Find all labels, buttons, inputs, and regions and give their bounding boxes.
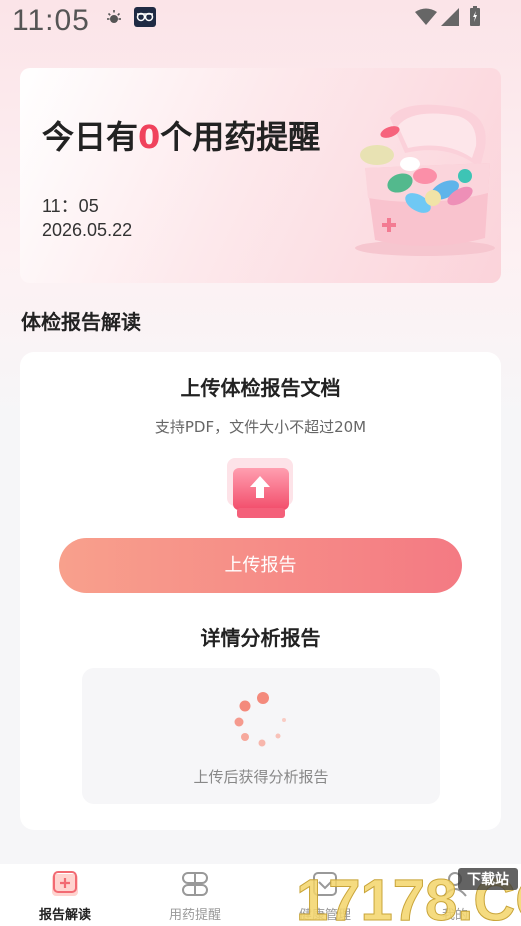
report-upload-card: 上传体检报告文档 支持PDF，文件大小不超过20M 上传报告 详情分析报告 上传… bbox=[20, 352, 501, 830]
upload-report-button[interactable]: 上传报告 bbox=[59, 538, 462, 593]
reminder-title-suffix: 个用药提醒 bbox=[160, 118, 321, 156]
tab-medication-label: 用药提醒 bbox=[168, 908, 221, 923]
status-bar: 11:05 bbox=[0, 0, 521, 44]
report-icon bbox=[52, 871, 78, 896]
medication-reminder-banner[interactable]: 今日有0个用药提醒 11：05 2026.05.22 bbox=[20, 68, 501, 283]
section-title: 体检报告解读 bbox=[21, 310, 141, 334]
pill-icon bbox=[182, 872, 208, 896]
reminder-title: 今日有0个用药提醒 bbox=[42, 112, 320, 158]
tab-report-label: 报告解读 bbox=[38, 908, 91, 923]
tab-medication[interactable]: 用药提醒 bbox=[130, 864, 260, 926]
analysis-placeholder: 上传后获得分析报告 bbox=[82, 668, 440, 804]
banner-date: 2026.05.22 bbox=[42, 220, 133, 240]
banner-time: 11：05 bbox=[42, 196, 99, 216]
reminder-title-prefix: 今日有 bbox=[42, 118, 139, 156]
battery-icon bbox=[470, 6, 480, 26]
wifi-icon bbox=[415, 8, 437, 25]
app-notification-icon bbox=[134, 7, 156, 27]
watermark-badge: 下载站 bbox=[467, 871, 509, 888]
brightness-icon bbox=[107, 10, 121, 23]
upload-subtitle: 支持PDF，文件大小不超过20M bbox=[154, 418, 367, 436]
site-watermark-logo: 17178.COM 下载站 bbox=[296, 868, 521, 926]
signal-icon bbox=[441, 8, 459, 26]
upload-title: 上传体检报告文档 bbox=[180, 376, 341, 400]
reminder-count: 0 bbox=[138, 118, 161, 156]
tab-report[interactable]: 报告解读 bbox=[0, 864, 130, 926]
analysis-title: 详情分析报告 bbox=[200, 626, 321, 650]
loading-spinner-icon bbox=[234, 692, 286, 747]
pillbox-illustration-icon bbox=[355, 104, 495, 256]
status-time: 11:05 bbox=[12, 4, 90, 37]
upload-icon[interactable] bbox=[225, 456, 295, 522]
analysis-hint: 上传后获得分析报告 bbox=[193, 768, 329, 786]
